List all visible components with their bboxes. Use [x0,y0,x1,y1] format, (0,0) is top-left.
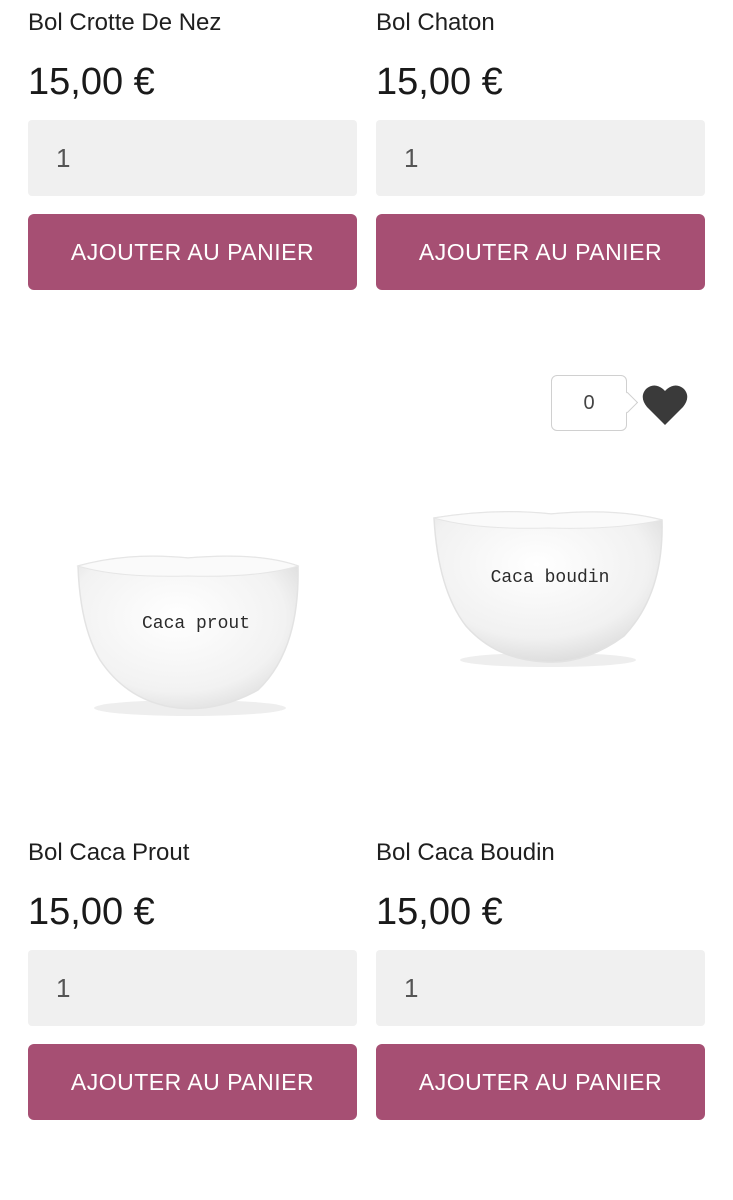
quantity-input[interactable] [28,950,357,1026]
quantity-input[interactable] [376,950,705,1026]
add-to-cart-button[interactable]: AJOUTER AU PANIER [28,1044,357,1120]
wishlist-count-badge: 0 [551,375,627,431]
product-title[interactable]: Bol Chaton [376,8,495,38]
product-image-bol-caca-prout[interactable]: Caca prout [28,330,357,810]
add-to-cart-button[interactable]: AJOUTER AU PANIER [376,214,705,290]
bowl-engraving-text: Caca boudin [491,568,610,588]
quantity-input[interactable] [376,120,705,196]
product-grid-page: Bol Crotte De Nez 15,00 € AJOUTER AU PAN… [0,0,733,1200]
product-price: 15,00 € [28,61,155,103]
heart-icon[interactable] [641,383,689,427]
product-title[interactable]: Bol Caca Prout [28,838,189,868]
wishlist-widget: 0 [551,375,691,433]
add-to-cart-button[interactable]: AJOUTER AU PANIER [376,1044,705,1120]
product-price: 15,00 € [28,891,155,933]
product-title[interactable]: Bol Caca Boudin [376,838,555,868]
quantity-input[interactable] [28,120,357,196]
product-price: 15,00 € [376,61,503,103]
product-price: 15,00 € [376,891,503,933]
bowl-engraving-text: Caca prout [142,614,250,634]
product-title[interactable]: Bol Crotte De Nez [28,8,221,38]
add-to-cart-button[interactable]: AJOUTER AU PANIER [28,214,357,290]
